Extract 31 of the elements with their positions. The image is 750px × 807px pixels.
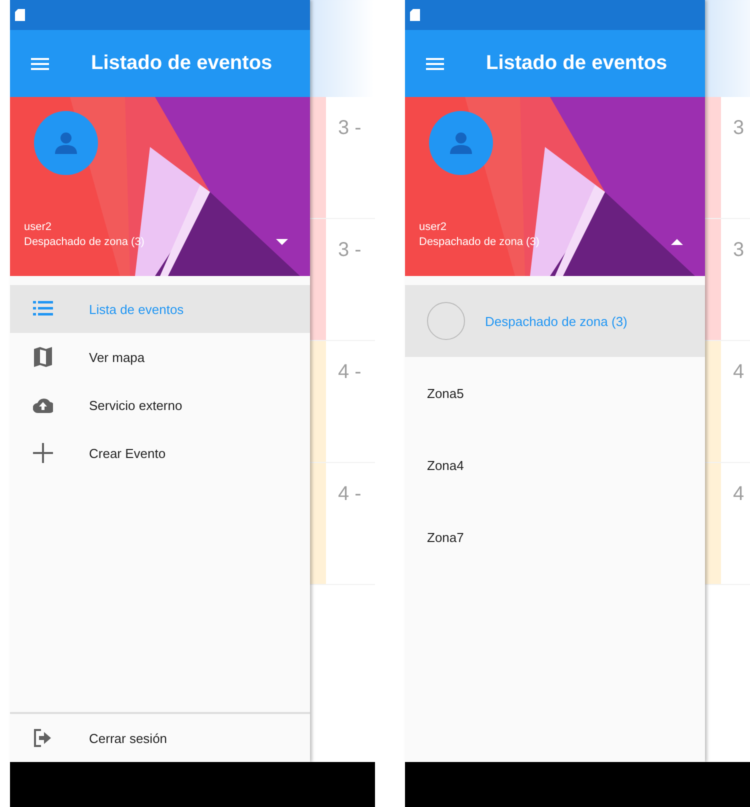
menu-item[interactable]: Crear Evento xyxy=(10,429,310,477)
event-title: 3 - xyxy=(338,117,362,141)
event-title: 3 xyxy=(733,239,744,263)
caret-icon[interactable] xyxy=(671,238,683,246)
menu-icon xyxy=(31,58,49,70)
logout-item[interactable]: Cerrar sesión xyxy=(10,714,310,762)
menu-icon xyxy=(426,58,444,70)
avatar-circle xyxy=(427,302,465,340)
menu-item[interactable]: Servicio externo xyxy=(10,381,310,429)
person-icon xyxy=(53,130,79,156)
user-name: user2 xyxy=(419,221,448,233)
account-item[interactable]: Zona4 xyxy=(405,429,705,501)
caret-icon[interactable] xyxy=(276,238,288,246)
user-name: user2 xyxy=(24,221,53,233)
event-title: 4 - xyxy=(338,361,362,385)
event-title: 3 - xyxy=(338,239,362,263)
event-title: 4 xyxy=(733,361,744,385)
account-item[interactable]: Zona7 xyxy=(405,501,705,573)
event-title: 4 xyxy=(733,483,744,507)
event-title: 3 xyxy=(733,117,744,141)
app-title: Listado de eventos xyxy=(91,52,272,75)
app-title: Listado de eventos xyxy=(486,52,668,75)
event-title: 4 - xyxy=(338,483,362,507)
sd-card-icon xyxy=(15,9,25,21)
plus-icon xyxy=(33,443,53,463)
person-icon xyxy=(448,130,474,156)
map-icon xyxy=(33,347,53,367)
sd-card-icon xyxy=(410,9,420,21)
account-item[interactable]: Zona5 xyxy=(405,357,705,429)
menu-item[interactable]: Ver mapa xyxy=(10,333,310,381)
logout-icon xyxy=(33,728,53,748)
